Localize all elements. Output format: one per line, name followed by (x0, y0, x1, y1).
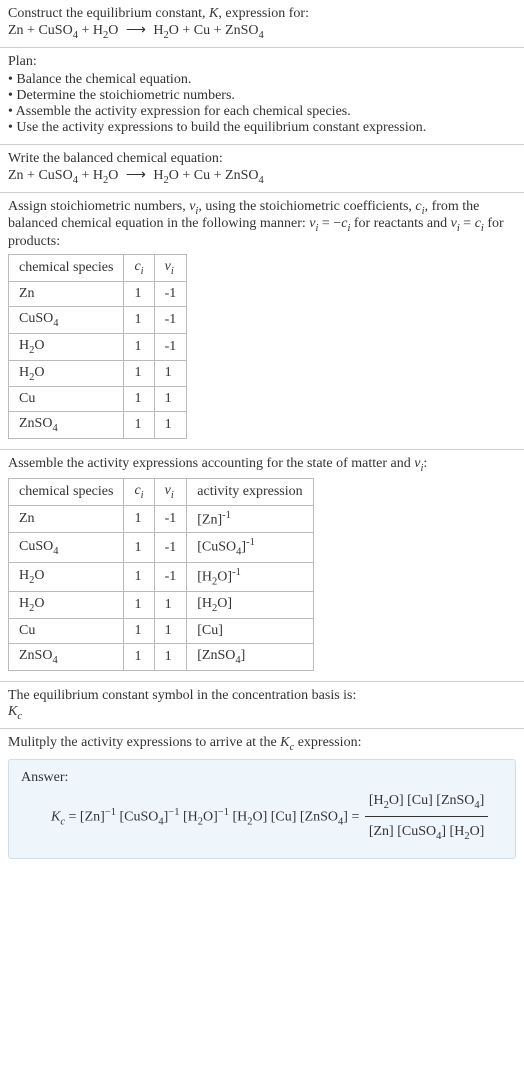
table-row: Zn1-1[Zn]-1 (9, 505, 314, 533)
table-row: Zn1-1 (9, 281, 187, 306)
stoich-table: chemical species ci νi Zn1-1 CuSO41-1 H2… (8, 254, 187, 439)
table-row: H2O11 (9, 360, 187, 387)
kc-line: The equilibrium constant symbol in the c… (8, 688, 516, 704)
stoich-section: Assign stoichiometric numbers, νi, using… (0, 193, 524, 451)
col-vi: νi (154, 478, 187, 505)
col-vi: νi (154, 255, 187, 282)
plan-list: Balance the chemical equation. Determine… (8, 72, 516, 136)
plan-item: Determine the stoichiometric numbers. (8, 88, 516, 104)
balanced-section: Write the balanced chemical equation: Zn… (0, 145, 524, 193)
balanced-title: Write the balanced chemical equation: (8, 151, 516, 167)
table-row: Cu11 (9, 387, 187, 412)
table-row: ZnSO411 (9, 412, 187, 439)
intro-section: Construct the equilibrium constant, K, e… (0, 0, 524, 48)
plan-section: Plan: Balance the chemical equation. Det… (0, 48, 524, 145)
table-row: H2O1-1 (9, 333, 187, 360)
plan-item: Use the activity expressions to build th… (8, 120, 516, 136)
activity-table: chemical species ci νi activity expressi… (8, 478, 314, 671)
table-row: H2O11[H2O] (9, 592, 314, 619)
answer-equation: Kc = [Zn]−1 [CuSO4]−1 [H2O]−1 [H2O] [Cu]… (21, 786, 503, 849)
intro-equation: Zn + CuSO4 + H2O ⟶ H2O + Cu + ZnSO4 (8, 22, 516, 41)
arrow-icon: ⟶ (122, 23, 150, 38)
plan-item: Balance the chemical equation. (8, 72, 516, 88)
intro-line1: Construct the equilibrium constant, (8, 6, 209, 21)
stoich-text: Assign stoichiometric numbers, νi, using… (8, 199, 516, 251)
plan-title: Plan: (8, 54, 516, 70)
eq-lhs: Zn + CuSO4 + H2O (8, 23, 118, 38)
intro-text: Construct the equilibrium constant, K, e… (8, 6, 516, 22)
kc-symbol-section: The equilibrium constant symbol in the c… (0, 682, 524, 729)
plan-item: Assemble the activity expression for eac… (8, 104, 516, 120)
table-row: Cu11[Cu] (9, 619, 314, 644)
col-ci: ci (124, 478, 154, 505)
multiply-line: Mulitply the activity expressions to arr… (8, 735, 516, 753)
denominator: [Zn] [CuSO4] [H2O] (365, 817, 489, 848)
col-species: chemical species (9, 255, 124, 282)
activity-section: Assemble the activity expressions accoun… (0, 450, 524, 682)
multiply-section: Mulitply the activity expressions to arr… (0, 729, 524, 872)
answer-box: Answer: Kc = [Zn]−1 [CuSO4]−1 [H2O]−1 [H… (8, 759, 516, 860)
table-row: H2O1-1[H2O]-1 (9, 562, 314, 591)
table-row: ZnSO411[ZnSO4] (9, 644, 314, 671)
col-ci: ci (124, 255, 154, 282)
answer-label: Answer: (21, 770, 503, 786)
intro-line1b: , expression for: (218, 6, 309, 21)
numerator: [H2O] [Cu] [ZnSO4] (365, 786, 489, 818)
col-activity: activity expression (187, 478, 313, 505)
kc-symbol: Kc (8, 704, 516, 722)
table-header-row: chemical species ci νi activity expressi… (9, 478, 314, 505)
balanced-equation: Zn + CuSO4 + H2O ⟶ H2O + Cu + ZnSO4 (8, 167, 516, 186)
eq-rhs: H2O + Cu + ZnSO4 (153, 23, 263, 38)
K-symbol: K (209, 6, 218, 21)
table-row: CuSO41-1 (9, 306, 187, 333)
col-species: chemical species (9, 478, 124, 505)
table-row: CuSO41-1[CuSO4]-1 (9, 533, 314, 562)
arrow-icon: ⟶ (122, 168, 150, 183)
table-header-row: chemical species ci νi (9, 255, 187, 282)
fraction: [H2O] [Cu] [ZnSO4][Zn] [CuSO4] [H2O] (365, 786, 489, 849)
activity-title: Assemble the activity expressions accoun… (8, 456, 516, 474)
